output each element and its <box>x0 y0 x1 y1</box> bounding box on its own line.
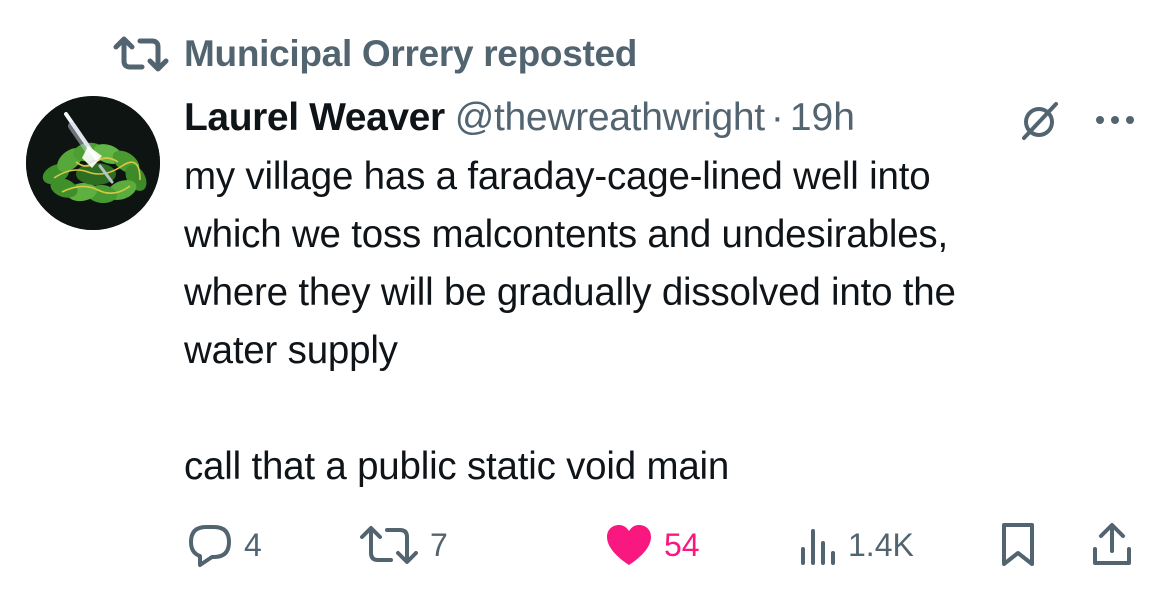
reply-button[interactable]: 4 <box>186 520 262 570</box>
heart-icon <box>607 525 651 565</box>
wreath-avatar <box>26 96 160 230</box>
tweet-text: my village has a faraday-cage-lined well… <box>184 148 1144 496</box>
bookmark-icon <box>1002 523 1034 566</box>
tweet-header: Laurel Weaver @thewreathwright · 19h <box>184 92 1144 144</box>
display-name[interactable]: Laurel Weaver <box>184 96 445 140</box>
share-button[interactable] <box>1090 520 1134 570</box>
separator-dot: · <box>770 96 784 139</box>
timestamp[interactable]: 19h <box>790 96 855 140</box>
views-count: 1.4K <box>848 526 914 563</box>
repost-icon <box>113 36 169 72</box>
share-icon <box>1093 523 1131 565</box>
views-icon <box>801 529 835 565</box>
like-button[interactable]: 54 <box>604 520 700 570</box>
reply-count: 4 <box>244 526 262 563</box>
tweet[interactable]: Laurel Weaver @thewreathwright · 19h my … <box>184 92 1144 496</box>
tweet-text-line: water supply <box>184 329 398 372</box>
action-bar: 4 7 54 1.4K <box>186 520 1146 570</box>
repost-button[interactable]: 7 <box>358 520 448 570</box>
handle[interactable]: @thewreathwright <box>455 96 765 140</box>
tweet-text-line: call that a public static void main <box>184 445 730 488</box>
avatar[interactable] <box>26 96 160 230</box>
tweet-text-line: which we toss malcontents and undesirabl… <box>184 213 948 256</box>
more-options-icon[interactable] <box>1092 100 1138 140</box>
repost-text: Municipal Orrery reposted <box>184 33 638 74</box>
like-count: 54 <box>664 526 700 563</box>
views-button[interactable]: 1.4K <box>798 520 914 570</box>
tweet-text-line: where they will be gradually dissolved i… <box>184 271 956 314</box>
repost-count: 7 <box>430 526 448 563</box>
bookmark-button[interactable] <box>998 520 1038 570</box>
grok-icon[interactable] <box>1016 98 1062 144</box>
reply-icon <box>189 525 231 567</box>
repost-icon <box>360 526 418 564</box>
repost-context[interactable]: Municipal Orrery reposted <box>112 30 637 78</box>
tweet-text-line: my village has a faraday-cage-lined well… <box>184 155 931 198</box>
